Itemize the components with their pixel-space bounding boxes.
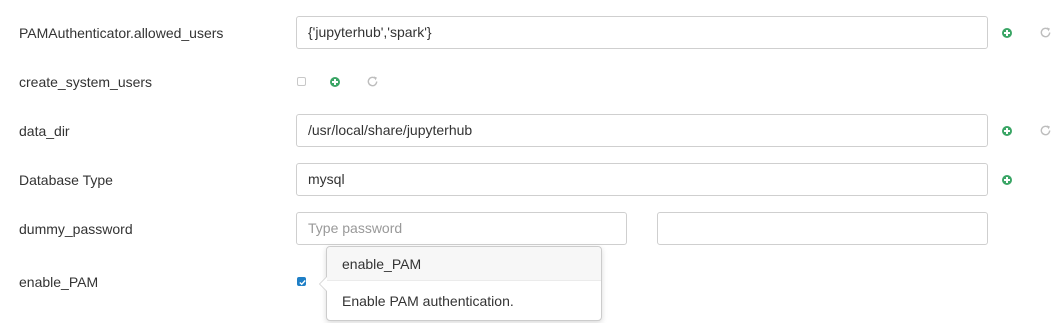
refresh-icon[interactable] [1039,124,1052,137]
plus-circle-icon[interactable] [1002,28,1012,38]
database-type-input[interactable]: mysql [296,163,988,196]
data-dir-input[interactable]: /usr/local/share/jupyterhub [296,114,988,147]
plus-circle-icon[interactable] [1002,175,1012,185]
popover-arrow-inner [320,277,327,291]
refresh-icon[interactable] [1039,26,1052,39]
password-confirm-input[interactable] [657,212,988,245]
refresh-icon[interactable] [366,75,379,88]
plus-circle-icon[interactable] [330,77,340,87]
check-icon [299,280,306,286]
allowed-users-input[interactable]: {'jupyterhub','spark'} [296,16,988,49]
plus-circle-icon[interactable] [1002,126,1012,136]
field-label: enable_PAM [19,274,99,290]
field-label: dummy_password [19,221,133,237]
password-input[interactable]: Type password [296,212,627,245]
field-label: create_system_users [19,74,153,90]
enable-pam-checkbox[interactable] [297,277,306,286]
field-label: Database Type [19,172,113,188]
popover-title: enable_PAM [327,247,601,281]
field-label: data_dir [19,123,70,139]
create-system-users-checkbox[interactable] [297,77,306,86]
help-popover: enable_PAM Enable PAM authentication. [319,246,602,321]
field-label: PAMAuthenticator.allowed_users [19,25,224,41]
popover-content: Enable PAM authentication. [342,293,514,309]
